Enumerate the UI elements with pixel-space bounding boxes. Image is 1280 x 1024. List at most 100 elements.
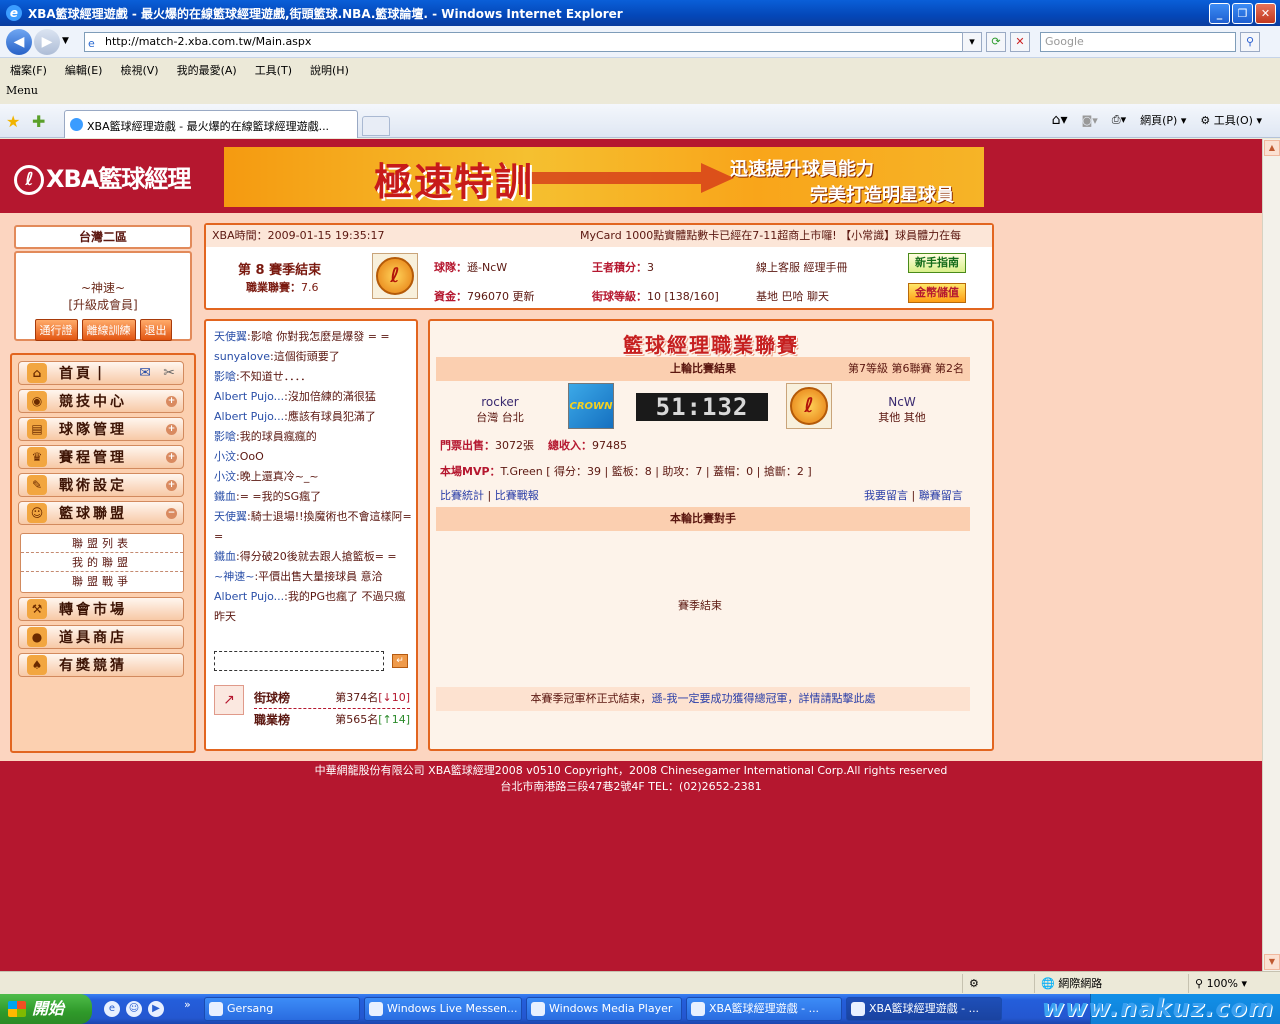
chat-user[interactable]: sunyalove (214, 350, 270, 363)
chat-input[interactable] (214, 651, 384, 671)
menu-file[interactable]: 檔案(F) (10, 62, 47, 78)
leave-message-link[interactable]: 我要留言 (864, 489, 908, 502)
chat-user[interactable]: 鐵血 (214, 550, 236, 563)
match-report-link[interactable]: 比賽戰報 (495, 489, 539, 502)
tab-ie-icon (70, 118, 83, 131)
status-bar: ⚙ 🌐 網際網路 ⚲ 100% ▾ (0, 971, 1280, 994)
expand-icon: + (166, 480, 177, 491)
street-rank[interactable]: 街球榜 第374名[↓10] (254, 689, 410, 709)
menu-home[interactable]: ⌂ 首頁 | ✉ ✂ (18, 361, 184, 385)
submenu-my-league[interactable]: 我的聯盟 (21, 553, 183, 572)
close-button[interactable]: ✕ (1255, 3, 1276, 24)
team-logo[interactable]: ℓ (372, 253, 418, 299)
chat-user[interactable]: ~神速~ (214, 570, 254, 583)
feeds-icon[interactable]: ◙▾ (1082, 114, 1098, 127)
search-input[interactable]: Google (1040, 32, 1236, 52)
menu-shop[interactable]: ● 道具商店 (18, 625, 184, 649)
back-button[interactable]: ◀ (6, 29, 32, 55)
menu-schedule[interactable]: ♛ 賽程管理 + (18, 445, 184, 469)
menu-tools[interactable]: 工具(T) (255, 62, 292, 78)
gold-recharge-button[interactable]: 金幣儲值 (908, 283, 966, 303)
tab-xba[interactable]: XBA籃球經理遊戲 - 最火爆的在線籃球經理遊戲... (64, 110, 358, 138)
maximize-button[interactable]: ❐ (1232, 3, 1253, 24)
chat-user[interactable]: 小汶 (214, 470, 236, 483)
menu-arena[interactable]: ◉ 競技中心 + (18, 389, 184, 413)
menu-tactics-label: 戰術設定 (59, 478, 127, 494)
site-logo[interactable]: ℓ XBA籃球經理 (14, 159, 191, 195)
quicklaunch-messenger-icon[interactable]: ☺ (126, 1001, 142, 1017)
chat-user[interactable]: 天使翼 (214, 330, 247, 343)
match-stats-link[interactable]: 比賽統計 (440, 489, 484, 502)
start-button[interactable]: 開始 (0, 994, 92, 1024)
league-message-link[interactable]: 聯賽留言 (919, 489, 963, 502)
chat-user[interactable]: 影嗆 (214, 430, 236, 443)
task-gersang[interactable]: Gersang (204, 997, 360, 1021)
window-title-bar[interactable]: e XBA籃球經理遊戲 - 最火爆的在線籃球經理遊戲,街頭籃球.NBA.籃球論壇… (0, 0, 1280, 26)
banner-ad[interactable]: 極速特訓 迅速提升球員能力 完美打造明星球員 (224, 147, 984, 207)
quicklaunch-more-icon[interactable]: » (184, 998, 191, 1011)
task-messenger[interactable]: Windows Live Messen... (364, 997, 522, 1021)
away-team-name[interactable]: NcW (862, 395, 942, 409)
tools-menu[interactable]: ⚙ 工具(O) ▾ (1200, 112, 1262, 128)
pro-rank[interactable]: 職業榜 第565名[↑14] (254, 711, 410, 728)
menu-transfer[interactable]: ⚒ 轉會市場 (18, 597, 184, 621)
coins-icon: ● (27, 627, 47, 647)
address-input[interactable]: e http://match-2.xba.com.tw/Main.aspx (84, 32, 980, 52)
menu-tactics[interactable]: ✎ 戰術設定 + (18, 473, 184, 497)
task-xba-1[interactable]: XBA籃球經理遊戲 - ... (686, 997, 842, 1021)
tools-icon[interactable]: ✂ (163, 365, 175, 381)
quicklaunch-ie-icon[interactable]: e (104, 1001, 120, 1017)
minimize-button[interactable]: _ (1209, 3, 1230, 24)
stop-icon[interactable]: ✕ (1010, 32, 1030, 52)
send-button[interactable]: ↵ (392, 654, 408, 668)
menu-team[interactable]: ▤ 球隊管理 + (18, 417, 184, 441)
mail-icon[interactable]: ✉ (139, 365, 151, 381)
newbie-guide-button[interactable]: 新手指南 (908, 253, 966, 273)
quicklaunch-mediaplayer-icon[interactable]: ▶ (148, 1001, 164, 1017)
menu-favorites[interactable]: 我的最愛(A) (177, 62, 237, 78)
vertical-scrollbar[interactable]: ▲ ▼ (1262, 139, 1280, 971)
menu-help[interactable]: 說明(H) (310, 62, 349, 78)
chat-user[interactable]: Albert Pujo... (214, 590, 284, 603)
chat-user[interactable]: 小汶 (214, 450, 236, 463)
submenu-league-war[interactable]: 聯盟戰爭 (21, 572, 183, 591)
passport-button[interactable]: 通行證 (34, 319, 78, 341)
season-status: 第 8 賽季結束 (238, 263, 322, 278)
menu-league[interactable]: ☺ 籃球聯盟 − (18, 501, 184, 525)
add-favorites-icon[interactable]: ✚ (32, 112, 45, 131)
news-ticker[interactable]: MyCard 1000點實體點數卡已經在7-11超商上市囉! 【小常識】球員體力… (580, 225, 961, 247)
forward-button[interactable]: ▶ (34, 29, 60, 55)
offline-training-button[interactable]: 離線訓練 (81, 319, 136, 341)
print-icon[interactable]: ⎙▾ (1112, 113, 1126, 127)
submenu-league-list[interactable]: 聯盟列表 (21, 534, 183, 553)
recent-pages-dropdown-icon[interactable]: ▼ (62, 36, 69, 46)
chat-user[interactable]: 影嗆 (214, 370, 236, 383)
menu-view[interactable]: 檢視(V) (120, 62, 158, 78)
favorites-star-icon[interactable]: ★ (6, 112, 20, 131)
home-team-name[interactable]: rocker (460, 395, 540, 409)
menu-quiz[interactable]: ♠ 有獎競猜 (18, 653, 184, 677)
tickets-value: 3072張 (495, 439, 534, 452)
page-menu[interactable]: 網頁(P) ▾ (1140, 112, 1186, 128)
home-icon[interactable]: ⌂▾ (1052, 112, 1068, 128)
menu-edit[interactable]: 編輯(E) (65, 62, 103, 78)
chat-user[interactable]: 鐵血 (214, 490, 236, 503)
notice-link[interactable]: 遜-我一定要成功獲得總冠軍，詳情請點擊此處 (652, 692, 876, 705)
support-links[interactable]: 線上客服 經理手冊 (756, 259, 848, 275)
address-dropdown-icon[interactable]: ▾ (962, 32, 982, 52)
logout-button[interactable]: 退出 (139, 319, 172, 341)
new-tab-button[interactable] (362, 116, 390, 136)
chat-user[interactable]: Albert Pujo... (214, 410, 284, 423)
community-links[interactable]: 基地 巴哈 聊天 (756, 288, 829, 304)
task-mediaplayer[interactable]: Windows Media Player (526, 997, 682, 1021)
refresh-icon[interactable]: ⟳ (986, 32, 1006, 52)
chat-user[interactable]: 天使翼 (214, 510, 247, 523)
scroll-down-icon[interactable]: ▼ (1264, 954, 1280, 970)
search-icon[interactable]: ⚲ (1240, 32, 1260, 52)
upgrade-member-link[interactable]: [升級成會員] (16, 296, 190, 313)
money-update-link[interactable]: 更新 (513, 290, 535, 303)
zoom-control[interactable]: ⚲ 100% ▾ (1188, 974, 1280, 993)
chat-user[interactable]: Albert Pujo... (214, 390, 284, 403)
task-xba-2[interactable]: XBA籃球經理遊戲 - ... (846, 997, 1002, 1021)
scroll-up-icon[interactable]: ▲ (1264, 140, 1280, 156)
